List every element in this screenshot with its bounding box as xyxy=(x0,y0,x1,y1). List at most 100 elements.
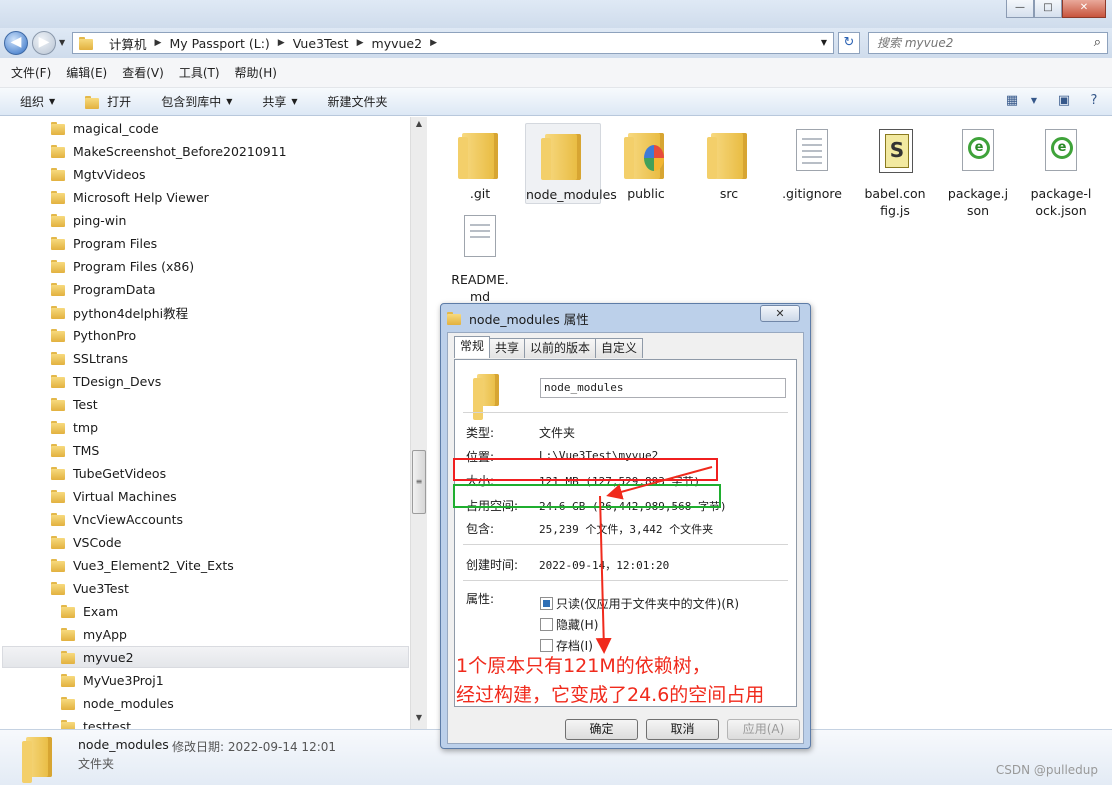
folder-icon xyxy=(456,127,504,181)
address-box[interactable]: 计算机 ▶ My Passport (L:) ▶ Vue3Test ▶ myvue2 ▶… xyxy=(72,32,834,54)
apply-button[interactable]: 应用(A) xyxy=(727,719,800,740)
file-item[interactable]: .git xyxy=(442,123,518,202)
preview-pane-icon[interactable]: ▣ xyxy=(1054,92,1074,110)
tree-item[interactable]: TMS xyxy=(51,439,99,461)
tree-item[interactable]: Vue3_Element2_Vite_Exts xyxy=(51,554,234,576)
tree-item[interactable]: Program Files xyxy=(51,232,157,254)
tree-item[interactable]: VSCode xyxy=(51,531,122,553)
checkbox-icon[interactable] xyxy=(540,618,553,631)
tree-item[interactable]: Test xyxy=(51,393,98,415)
tree-item[interactable]: Exam xyxy=(61,600,118,622)
search-icon[interactable]: ⌕ xyxy=(1094,35,1101,50)
type-row: 类型: 文件夹 xyxy=(466,424,575,441)
file-item-label: README.md xyxy=(451,272,509,304)
breadcrumb-label: myvue2 xyxy=(371,35,423,51)
tree-item[interactable]: python4delphi教程 xyxy=(51,301,188,323)
include-library-button[interactable]: 包含到库中 ▼ xyxy=(161,93,232,110)
breadcrumb-item[interactable]: My Passport (L:) ▶ xyxy=(169,36,284,51)
forward-button[interactable]: ▶ xyxy=(32,31,56,55)
tree-item[interactable]: PythonPro xyxy=(51,324,136,346)
tree-item[interactable]: ProgramData xyxy=(51,278,156,300)
readonly-checkbox[interactable]: 只读(仅应用于文件夹中的文件)(R) xyxy=(540,595,739,612)
tree-item[interactable]: ping-win xyxy=(51,209,126,231)
chevron-down-icon[interactable]: ▼ xyxy=(1024,92,1044,110)
recent-pages-dropdown[interactable]: ▼ xyxy=(59,38,65,47)
chevron-right-icon[interactable]: ▶ xyxy=(430,38,437,48)
tree-item-selected[interactable]: myvue2 xyxy=(2,646,409,668)
tree-item[interactable]: TubeGetVideos xyxy=(51,462,166,484)
organize-button[interactable]: 组织 ▼ xyxy=(20,93,55,110)
back-button[interactable]: ◀ xyxy=(4,31,28,55)
view-mode-icon[interactable]: ▦ xyxy=(1002,92,1022,110)
tab-general[interactable]: 常规 xyxy=(454,336,491,358)
breadcrumb-item[interactable]: Vue3Test ▶ xyxy=(293,36,364,51)
checkbox-checked-icon[interactable] xyxy=(540,597,553,610)
chevron-right-icon[interactable]: ▶ xyxy=(278,38,285,48)
tree-item[interactable]: MgtvVideos xyxy=(51,163,146,185)
tree-item[interactable]: MakeScreenshot_Before20210911 xyxy=(51,140,287,162)
tree-scrollbar[interactable]: ▲ ≡ ▼ xyxy=(410,117,427,729)
hidden-checkbox[interactable]: 隐藏(H) xyxy=(540,616,598,633)
file-item[interactable]: .gitignore xyxy=(774,123,850,202)
file-item[interactable]: e package.json xyxy=(940,123,1016,219)
tree-item[interactable]: testtest xyxy=(61,715,131,729)
tree-item[interactable]: SSLtrans xyxy=(51,347,128,369)
menu-view[interactable]: 查看(V) xyxy=(122,64,164,81)
folder-icon xyxy=(51,420,65,434)
menu-bar: 文件(F) 编辑(E) 查看(V) 工具(T) 帮助(H) xyxy=(0,58,1112,88)
file-item[interactable]: README.md xyxy=(442,209,518,305)
tree-item[interactable]: magical_code xyxy=(51,117,159,139)
file-item[interactable]: public xyxy=(608,123,684,202)
scroll-thumb[interactable]: ≡ xyxy=(412,450,426,514)
menu-tools[interactable]: 工具(T) xyxy=(179,64,220,81)
scroll-up-icon[interactable]: ▲ xyxy=(413,119,425,133)
tree-item[interactable]: Vue3Test xyxy=(51,577,129,599)
breadcrumb-item[interactable]: 计算机 ▶ xyxy=(109,34,161,53)
dialog-close-button[interactable]: ✕ xyxy=(760,305,800,322)
file-item-label: .git xyxy=(469,186,491,201)
tree-item[interactable]: Microsoft Help Viewer xyxy=(51,186,209,208)
new-folder-button[interactable]: 新建文件夹 xyxy=(328,93,388,110)
tree-item[interactable]: TDesign_Devs xyxy=(51,370,161,392)
chevron-right-icon[interactable]: ▶ xyxy=(155,38,162,48)
file-item-selected[interactable]: node_modules xyxy=(525,123,617,204)
address-dropdown-icon[interactable]: ▼ xyxy=(821,38,827,47)
file-item[interactable]: e package-lock.json xyxy=(1023,123,1099,219)
folder-icon xyxy=(61,650,75,664)
breadcrumb-item[interactable]: myvue2 ▶ xyxy=(372,36,437,51)
open-button[interactable]: 打开 xyxy=(85,93,131,110)
minimize-button[interactable]: — xyxy=(1006,0,1034,18)
tree-item[interactable]: MyVue3Proj1 xyxy=(61,669,164,691)
share-button[interactable]: 共享 ▼ xyxy=(262,93,297,110)
maximize-button[interactable]: □ xyxy=(1034,0,1062,18)
menu-file[interactable]: 文件(F) xyxy=(11,64,51,81)
menu-edit[interactable]: 编辑(E) xyxy=(66,64,107,81)
folder-icon xyxy=(51,512,65,526)
chevron-right-icon[interactable]: ▶ xyxy=(357,38,364,48)
tab-customize[interactable]: 自定义 xyxy=(595,338,644,358)
tree-item[interactable]: node_modules xyxy=(61,692,174,714)
tree-item[interactable]: VncViewAccounts xyxy=(51,508,183,530)
file-item[interactable]: S babel.config.js xyxy=(857,123,933,219)
help-icon[interactable]: ? xyxy=(1084,92,1104,110)
folder-name-field[interactable]: node_modules xyxy=(540,378,786,398)
divider xyxy=(463,580,788,581)
tree-item-label: testtest xyxy=(83,718,132,730)
menu-help[interactable]: 帮助(H) xyxy=(235,64,277,81)
tree-item[interactable]: tmp xyxy=(51,416,98,438)
refresh-button[interactable]: ↻ xyxy=(838,32,860,54)
tab-previous-versions[interactable]: 以前的版本 xyxy=(524,338,597,358)
tree-item[interactable]: myApp xyxy=(61,623,127,645)
folder-icon xyxy=(705,127,753,181)
tree-item[interactable]: Virtual Machines xyxy=(51,485,177,507)
cancel-button[interactable]: 取消 xyxy=(646,719,719,740)
file-item[interactable]: src xyxy=(691,123,767,202)
tab-sharing[interactable]: 共享 xyxy=(489,338,526,358)
tree-item[interactable]: Program Files (x86) xyxy=(51,255,194,277)
ok-button[interactable]: 确定 xyxy=(565,719,638,740)
scroll-down-icon[interactable]: ▼ xyxy=(413,713,425,727)
close-button[interactable]: ✕ xyxy=(1062,0,1106,18)
readonly-label: 只读(仅应用于文件夹中的文件)(R) xyxy=(556,597,740,611)
search-input[interactable] xyxy=(877,33,1087,53)
dialog-title-text: node_modules 属性 xyxy=(469,311,589,327)
